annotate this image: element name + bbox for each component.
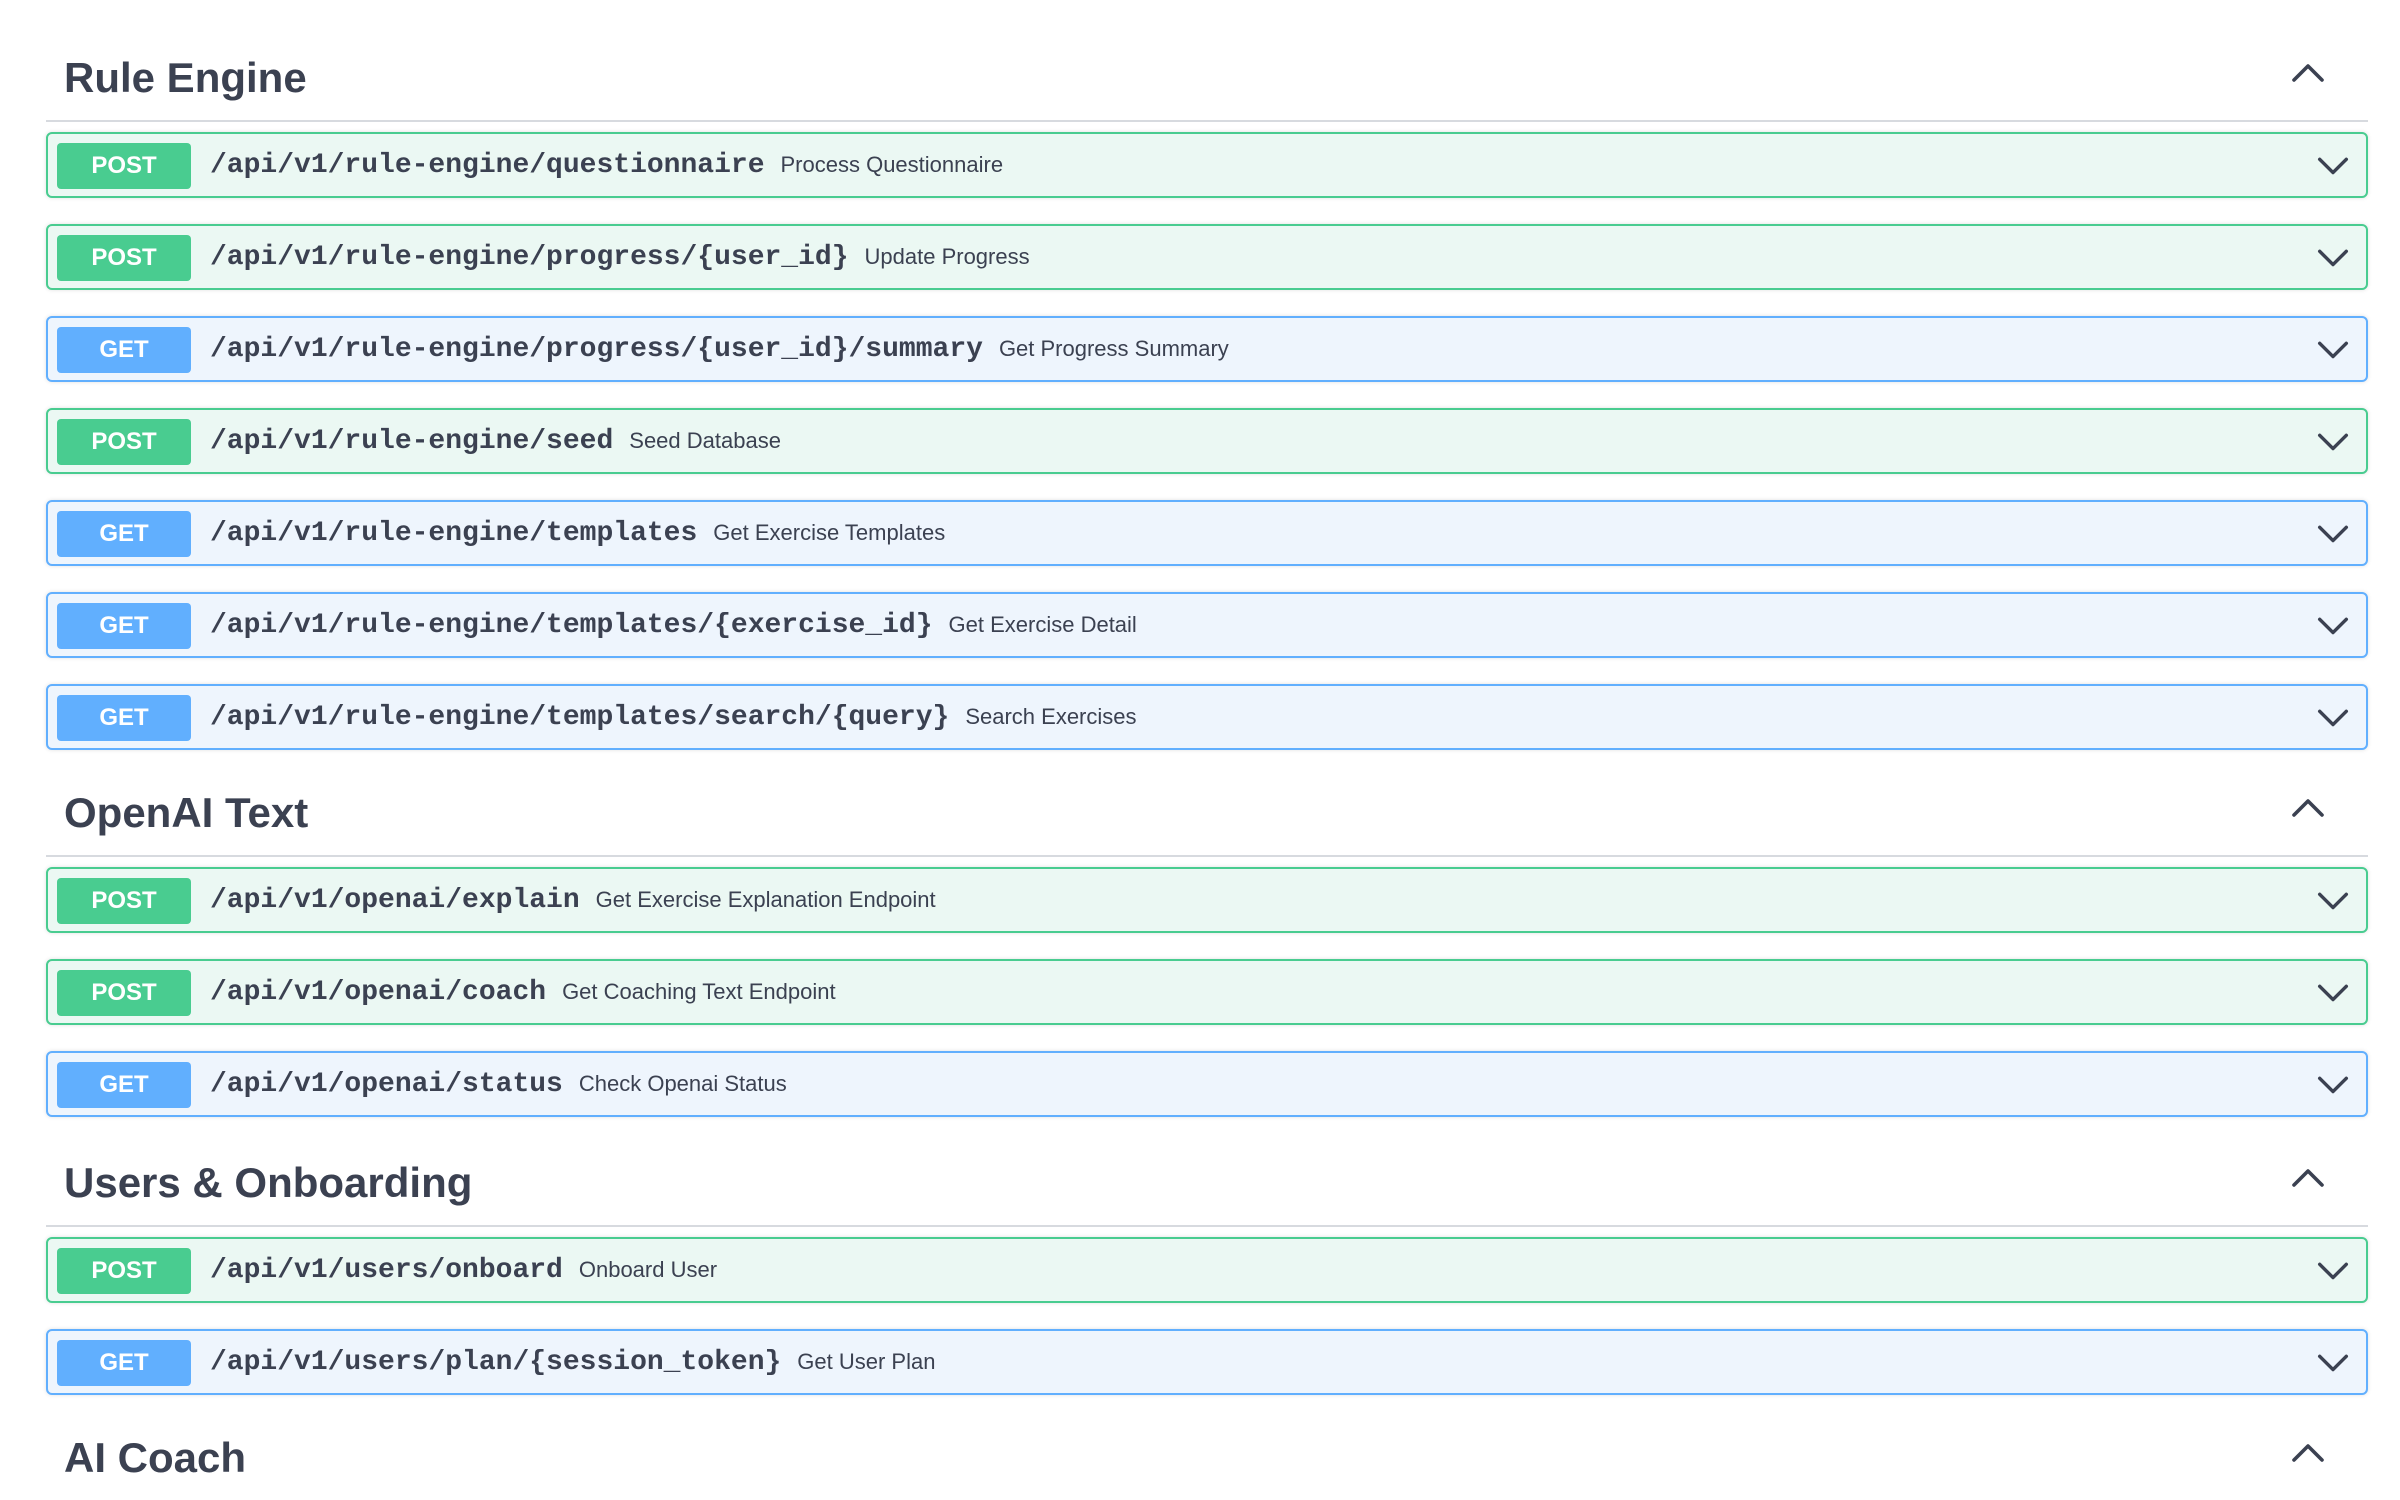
- operation-path: /api/v1/users/plan/{session_token}: [210, 1347, 782, 1378]
- operation-label: /api/v1/openai/explain Get Exercise Expla…: [210, 869, 936, 931]
- section-users-onboarding: Users & Onboarding POST/api/v1/users/onbo…: [46, 1105, 2368, 1395]
- operation-post[interactable]: POST/api/v1/users/onboard Onboard User: [46, 1237, 2368, 1303]
- operation-path: /api/v1/rule-engine/templates/{exercise_…: [210, 610, 933, 641]
- operation-path: /api/v1/rule-engine/templates/search/{qu…: [210, 702, 950, 733]
- operation-label: /api/v1/rule-engine/questionnaire Process…: [210, 134, 1003, 196]
- chevron-down-icon[interactable]: [2314, 238, 2352, 276]
- method-badge: POST: [57, 970, 191, 1016]
- chevron-up-icon[interactable]: [2288, 52, 2328, 92]
- method-badge: POST: [57, 235, 191, 281]
- chevron-down-icon[interactable]: [2314, 881, 2352, 919]
- operation-label: /api/v1/rule-engine/progress/{user_id}/s…: [210, 318, 1229, 380]
- operation-post[interactable]: POST/api/v1/openai/coach Get Coaching Tex…: [46, 959, 2368, 1025]
- operation-summary: Update Progress: [864, 244, 1030, 269]
- chevron-down-icon[interactable]: [2314, 330, 2352, 368]
- section-title: AI Coach: [64, 1434, 247, 1481]
- method-badge: GET: [57, 327, 191, 373]
- chevron-down-icon[interactable]: [2314, 1251, 2352, 1289]
- section-header[interactable]: AI Coach: [46, 1380, 2368, 1500]
- chevron-down-icon[interactable]: [2314, 146, 2352, 184]
- operation-summary: Get Exercise Explanation Endpoint: [595, 887, 936, 912]
- method-badge: POST: [57, 1248, 191, 1294]
- operation-path: /api/v1/openai/coach: [210, 977, 547, 1008]
- chevron-down-icon[interactable]: [2314, 606, 2352, 644]
- chevron-down-icon[interactable]: [2314, 1343, 2352, 1381]
- operation-get[interactable]: GET/api/v1/rule-engine/progress/{user_id…: [46, 316, 2368, 382]
- operation-summary: Process Questionnaire: [780, 152, 1004, 177]
- section-header[interactable]: OpenAI Text: [46, 735, 2368, 857]
- section-title: Rule Engine: [64, 54, 307, 101]
- operation-label: /api/v1/rule-engine/templates/{exercise_…: [210, 594, 1137, 656]
- section-header[interactable]: Users & Onboarding: [46, 1105, 2368, 1227]
- chevron-up-icon[interactable]: [2288, 787, 2328, 827]
- operation-path: /api/v1/rule-engine/templates: [210, 518, 698, 549]
- operation-path: /api/v1/openai/status: [210, 1069, 563, 1100]
- chevron-up-icon[interactable]: [2288, 1432, 2328, 1472]
- operation-path: /api/v1/openai/explain: [210, 885, 580, 916]
- operation-post[interactable]: POST/api/v1/rule-engine/questionnaire Pro…: [46, 132, 2368, 198]
- operation-path: /api/v1/rule-engine/progress/{user_id}/s…: [210, 334, 983, 365]
- operation-summary: Search Exercises: [965, 704, 1137, 729]
- section-title: Users & Onboarding: [64, 1159, 473, 1206]
- chevron-down-icon[interactable]: [2314, 422, 2352, 460]
- chevron-down-icon[interactable]: [2314, 973, 2352, 1011]
- operation-summary: Get Coaching Text Endpoint: [562, 979, 836, 1004]
- operation-summary: Get Exercise Templates: [713, 520, 946, 545]
- operation-label: /api/v1/rule-engine/templates Get Exercis…: [210, 502, 945, 564]
- method-badge: POST: [57, 419, 191, 465]
- operation-label: /api/v1/rule-engine/progress/{user_id} Up…: [210, 226, 1030, 288]
- operation-summary: Get Progress Summary: [998, 336, 1229, 361]
- operation-summary: Seed Database: [629, 428, 781, 453]
- operation-path: /api/v1/rule-engine/seed: [210, 426, 614, 457]
- operation-summary: Get Exercise Detail: [948, 612, 1137, 637]
- method-badge: GET: [57, 1062, 191, 1108]
- chevron-up-icon[interactable]: [2288, 1157, 2328, 1197]
- operation-post[interactable]: POST/api/v1/openai/explain Get Exercise E…: [46, 867, 2368, 933]
- chevron-down-icon[interactable]: [2314, 698, 2352, 736]
- method-badge: POST: [57, 878, 191, 924]
- section-rule-engine: Rule Engine POST/api/v1/rule-engine/quest…: [46, 0, 2368, 750]
- operation-path: /api/v1/rule-engine/progress/{user_id}: [210, 242, 849, 273]
- operation-summary: Get User Plan: [797, 1349, 936, 1374]
- method-badge: GET: [57, 603, 191, 649]
- operation-summary: Check Openai Status: [578, 1071, 787, 1096]
- operation-label: /api/v1/rule-engine/seed Seed Database: [210, 410, 781, 472]
- chevron-down-icon[interactable]: [2314, 514, 2352, 552]
- operation-path: /api/v1/users/onboard: [210, 1255, 563, 1286]
- method-badge: POST: [57, 143, 191, 189]
- operation-get[interactable]: GET/api/v1/rule-engine/templates Get Exer…: [46, 500, 2368, 566]
- chevron-down-icon[interactable]: [2314, 1065, 2352, 1103]
- section-header[interactable]: Rule Engine: [46, 0, 2368, 122]
- api-docs-page: Rule Engine POST/api/v1/rule-engine/quest…: [0, 0, 2400, 1500]
- operation-post[interactable]: POST/api/v1/rule-engine/progress/{user_i…: [46, 224, 2368, 290]
- operation-post[interactable]: POST/api/v1/rule-engine/seed Seed Databas…: [46, 408, 2368, 474]
- operation-label: /api/v1/openai/coach Get Coaching Text En…: [210, 961, 836, 1023]
- method-badge: GET: [57, 511, 191, 557]
- operation-path: /api/v1/rule-engine/questionnaire: [210, 150, 765, 181]
- section-ai-coach: AI Coach: [46, 1380, 2368, 1500]
- section-openai-text: OpenAI Text POST/api/v1/openai/explain Get…: [46, 735, 2368, 1117]
- operation-get[interactable]: GET/api/v1/rule-engine/templates/{exerci…: [46, 592, 2368, 658]
- operation-summary: Onboard User: [578, 1257, 718, 1282]
- operation-label: /api/v1/users/onboard Onboard User: [210, 1239, 717, 1301]
- section-title: OpenAI Text: [64, 789, 309, 836]
